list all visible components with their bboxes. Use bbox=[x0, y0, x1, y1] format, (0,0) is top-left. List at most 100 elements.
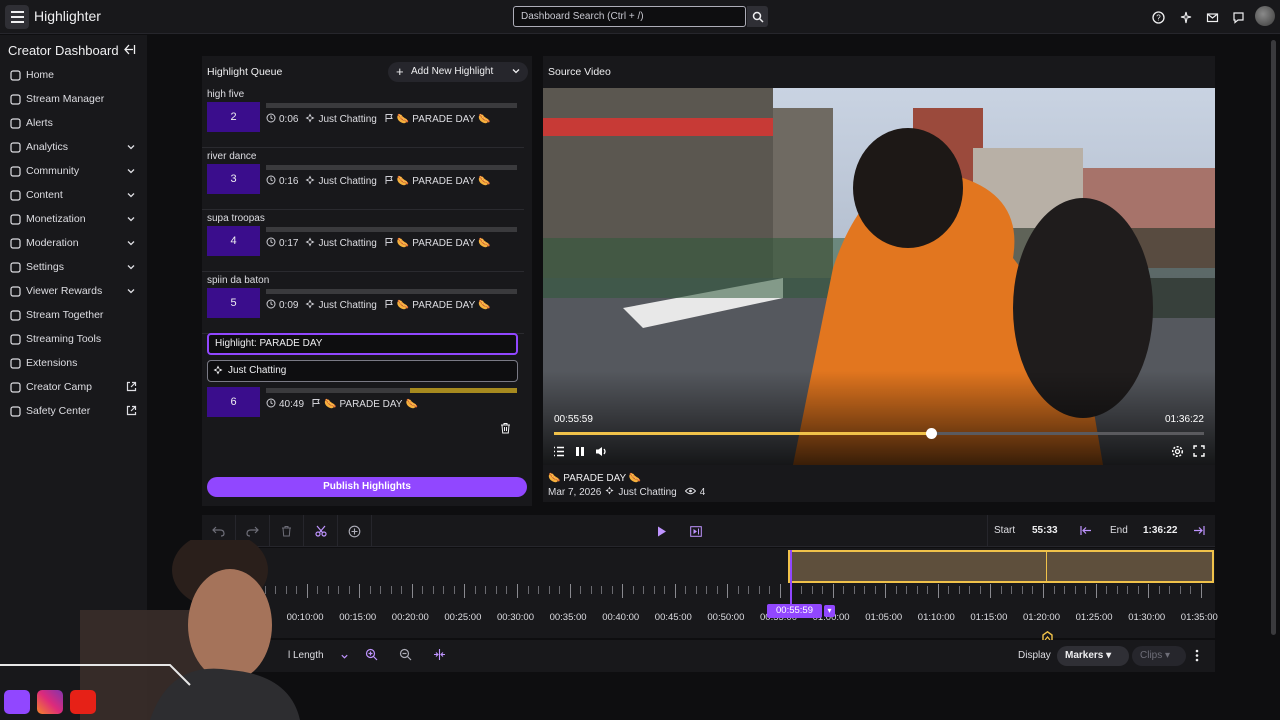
help-icon[interactable]: ? bbox=[1150, 9, 1166, 25]
more-options-icon[interactable] bbox=[1195, 649, 1199, 665]
mail-icon[interactable] bbox=[1204, 9, 1220, 25]
fullscreen-icon[interactable] bbox=[1192, 444, 1206, 458]
search-button[interactable] bbox=[747, 6, 768, 27]
list-item[interactable]: supa troopas 4 0:17 Just Chatting 🌭 PARADE DA… bbox=[202, 210, 524, 272]
timeline-tick bbox=[780, 584, 781, 598]
sidebar-item-home[interactable]: Home bbox=[0, 64, 147, 86]
seek-handle[interactable] bbox=[926, 428, 937, 439]
sidebar-item-label: Alerts bbox=[26, 117, 53, 129]
menu-icon[interactable] bbox=[5, 5, 29, 29]
add-new-highlight-button[interactable]: + Add New Highlight bbox=[388, 62, 528, 82]
zoom-in-icon[interactable] bbox=[365, 648, 378, 664]
sidebar-item-stream-manager[interactable]: Stream Manager bbox=[0, 88, 147, 110]
sidebar-item-settings[interactable]: Settings bbox=[0, 256, 147, 278]
timeline-tick bbox=[1053, 586, 1055, 594]
sidebar-item-viewer-rewards[interactable]: Viewer Rewards bbox=[0, 280, 147, 302]
seek-bar[interactable] bbox=[554, 428, 1204, 439]
volume-icon[interactable] bbox=[594, 444, 608, 458]
play-icon[interactable] bbox=[645, 515, 679, 547]
sidebar-item-stream-together[interactable]: Stream Together bbox=[0, 304, 147, 326]
play-to-end-icon[interactable] bbox=[679, 515, 713, 547]
clip-range[interactable] bbox=[788, 550, 1214, 583]
markers-label: Markers bbox=[1065, 650, 1104, 661]
sidebar-item-label: Analytics bbox=[26, 141, 69, 153]
timeline-tick bbox=[832, 584, 834, 598]
scissors-icon[interactable] bbox=[304, 515, 338, 547]
zoom-out-icon[interactable] bbox=[399, 648, 412, 664]
add-marker-icon[interactable] bbox=[338, 515, 372, 547]
timeline-tick bbox=[664, 586, 666, 594]
end-value[interactable]: 1:36:22 bbox=[1143, 525, 1177, 536]
video-player[interactable]: 00:55:59 01:36:22 bbox=[543, 88, 1215, 465]
timeline-tick bbox=[517, 584, 518, 598]
video-frame bbox=[543, 88, 1215, 465]
hotdog-emote-icon: 🌭 bbox=[396, 176, 410, 187]
sidebar-item-content[interactable]: Content bbox=[0, 184, 147, 206]
sidebar-item-monetization[interactable]: Monetization bbox=[0, 208, 147, 230]
search-input[interactable] bbox=[513, 6, 746, 27]
publish-highlights-button[interactable]: Publish Highlights bbox=[207, 477, 527, 497]
clip-duration: 40:49 bbox=[279, 399, 305, 410]
fit-timeline-icon[interactable] bbox=[433, 648, 446, 664]
start-value[interactable]: 55:33 bbox=[1032, 525, 1058, 536]
collapse-sidebar-icon[interactable] bbox=[123, 43, 136, 59]
timeline-tick bbox=[916, 586, 918, 594]
timeline-tick bbox=[422, 586, 424, 594]
chat-icon[interactable] bbox=[1230, 9, 1246, 25]
current-time: 00:55:59 bbox=[554, 414, 593, 425]
playhead-dropdown[interactable]: ▾ bbox=[824, 605, 835, 617]
delete-icon[interactable] bbox=[500, 422, 511, 437]
playhead-time[interactable]: 00:55:59 bbox=[767, 604, 822, 618]
playhead[interactable] bbox=[790, 550, 792, 605]
clock-icon bbox=[266, 175, 276, 188]
markers-toggle[interactable]: Markers ▾ bbox=[1057, 646, 1129, 666]
set-end-icon[interactable] bbox=[1193, 525, 1205, 539]
highlight-meta: 0:17 Just Chatting 🌭 PARADE DAY 🌭 bbox=[266, 237, 491, 250]
settings-gear-icon[interactable] bbox=[1170, 444, 1184, 458]
page-scrollbar[interactable] bbox=[1271, 40, 1276, 635]
timeline-tick bbox=[1074, 586, 1076, 594]
sidebar-item-moderation[interactable]: Moderation bbox=[0, 232, 147, 254]
sparkle-icon[interactable] bbox=[1177, 9, 1193, 25]
seek-bar-fill bbox=[554, 432, 931, 435]
chevron-down-icon[interactable] bbox=[511, 65, 521, 79]
timeline-track[interactable]: 00:05:0000:10:0000:15:0000:20:0000:25:00… bbox=[202, 548, 1218, 641]
clip-title: PARADE DAY bbox=[339, 399, 403, 410]
clips-toggle[interactable]: Clips ▾ bbox=[1132, 646, 1186, 666]
category-value: Just Chatting bbox=[228, 365, 287, 376]
controller-icon bbox=[605, 486, 614, 498]
chevron-down-icon[interactable] bbox=[340, 650, 349, 664]
timeline-tick-label: 01:20:00 bbox=[1023, 612, 1060, 623]
set-start-icon[interactable] bbox=[1080, 525, 1092, 539]
chevron-down-icon bbox=[126, 285, 136, 299]
timeline-tick bbox=[885, 584, 887, 598]
sidebar-item-community[interactable]: Community bbox=[0, 160, 147, 182]
content-icon bbox=[8, 188, 22, 202]
list-item[interactable]: river dance 3 0:16 Just Chatting 🌭 PARADE DAY… bbox=[202, 148, 524, 210]
highlight-title-input[interactable]: Highlight: PARADE DAY bbox=[207, 333, 518, 355]
category-select[interactable]: Just Chatting bbox=[207, 360, 518, 382]
timeline-tick bbox=[737, 586, 739, 594]
highlight-duration: 0:09 bbox=[279, 300, 299, 311]
list-item[interactable]: high five 2 0:06 Just Chatting 🌭 PARADE DAY 🌭 bbox=[202, 86, 524, 148]
timeline-toolbar: Start 55:33 End 1:36:22 bbox=[202, 515, 1215, 547]
sidebar-item-safety-center[interactable]: Safety Center bbox=[0, 400, 147, 422]
sidebar-item-analytics[interactable]: Analytics bbox=[0, 136, 147, 158]
video-category[interactable]: Just Chatting bbox=[618, 487, 676, 498]
sidebar-item-streaming-tools[interactable]: Streaming Tools bbox=[0, 328, 147, 350]
sidebar-item-creator-camp[interactable]: Creator Camp bbox=[0, 376, 147, 398]
timeline-tick bbox=[674, 584, 676, 598]
sidebar-item-alerts[interactable]: Alerts bbox=[0, 112, 147, 134]
chapters-icon[interactable] bbox=[552, 444, 566, 458]
sidebar-item-label: Home bbox=[26, 69, 55, 81]
timeline-tick-label: 01:25:00 bbox=[1075, 612, 1113, 623]
highlight-title: PARADE DAY bbox=[412, 238, 476, 249]
list-item[interactable]: spiin da baton 5 0:09 Just Chatting 🌭 PARADE … bbox=[202, 272, 524, 334]
timeline-tick bbox=[853, 586, 855, 594]
sidebar-item-extensions[interactable]: Extensions bbox=[0, 352, 147, 374]
user-avatar[interactable] bbox=[1255, 6, 1275, 26]
highlight-duration: 0:06 bbox=[279, 114, 299, 125]
twitch-logo bbox=[4, 690, 30, 714]
pause-icon[interactable] bbox=[573, 444, 587, 458]
eye-icon bbox=[684, 487, 696, 498]
